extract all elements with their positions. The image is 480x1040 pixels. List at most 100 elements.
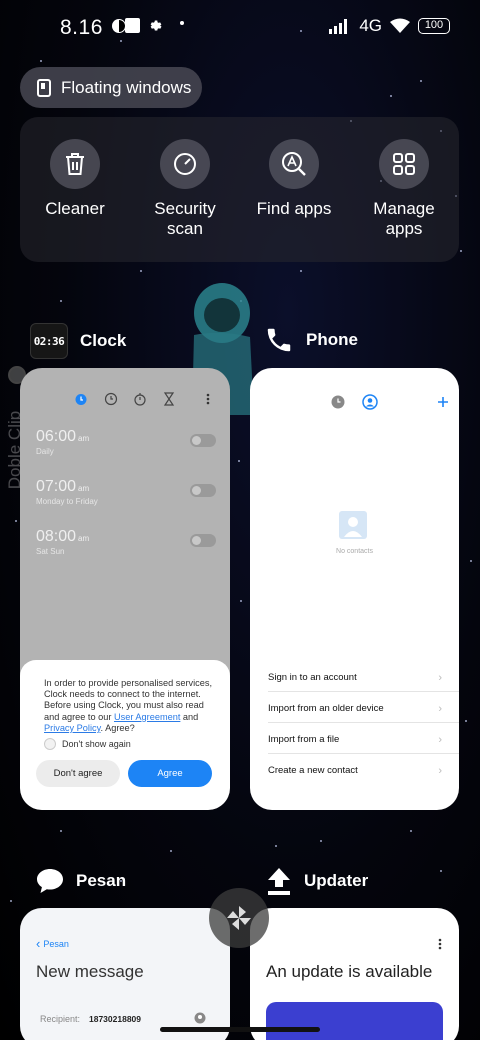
alarm-time: 08:00 (36, 528, 77, 545)
dont-show-again-label: Don't show again (62, 739, 131, 749)
alarm-repeat: Daily (36, 447, 54, 456)
divider (268, 753, 459, 754)
menu-import-older-device[interactable]: Import from an older device › (268, 703, 448, 715)
alarm-repeat: Monday to Friday (36, 497, 98, 506)
tool-label: Cleaner (45, 199, 105, 218)
divider (268, 691, 459, 692)
clock-app-header[interactable]: 02:36 Clock (30, 323, 126, 359)
battery-indicator: 100 (418, 18, 450, 34)
alarm-item[interactable]: 07:00 am Monday to Friday (36, 478, 216, 506)
home-indicator[interactable] (160, 1027, 320, 1032)
tool-label: Security scan (154, 199, 216, 238)
status-bar: 8.16 4G 100 (0, 0, 480, 56)
tool-find-apps[interactable]: Find apps (239, 139, 349, 219)
stopwatch-tab-icon[interactable] (133, 392, 147, 406)
dont-agree-button[interactable]: Don't agree (36, 760, 120, 787)
alarm-toggle[interactable] (190, 534, 216, 547)
phone-app-header[interactable]: Phone (264, 325, 358, 355)
alarm-item[interactable]: 06:00 am Daily (36, 428, 216, 456)
more-options-icon[interactable] (206, 393, 210, 405)
chevron-right-icon: › (438, 703, 442, 715)
privacy-policy-link[interactable]: Privacy Policy (44, 723, 101, 733)
consent-message: In order to provide personalised service… (44, 678, 214, 734)
phone-app-card[interactable]: No contacts Sign in to an account › Impor… (250, 368, 459, 810)
pesan-app-name: Pesan (76, 871, 127, 890)
recents-tab-icon[interactable] (331, 395, 345, 409)
tool-label: Manage apps (373, 199, 435, 238)
clock-app-name: Clock (80, 331, 127, 350)
agree-button[interactable]: Agree (128, 760, 212, 787)
world-clock-tab-icon[interactable] (104, 392, 118, 406)
alarm-toggle[interactable] (190, 484, 216, 497)
divider (268, 722, 459, 723)
updater-app-name: Updater (304, 871, 369, 890)
quick-tools-panel: Cleaner Security scan Find apps Manage a… (20, 117, 459, 262)
no-contacts-icon (339, 511, 367, 539)
tool-cleaner[interactable]: Cleaner (20, 139, 130, 219)
alarm-tab-icon[interactable] (74, 392, 88, 406)
back-label: Pesan (43, 938, 69, 949)
chevron-left-icon: ‹ (36, 936, 41, 951)
menu-label: Import from a file (268, 734, 340, 745)
consent-text: and (180, 711, 199, 722)
recipient-input[interactable]: 18730218809 (89, 1014, 141, 1024)
consent-dialog: In order to provide personalised service… (20, 660, 230, 810)
menu-create-contact[interactable]: Create a new contact › (268, 765, 448, 777)
no-contacts-label: No contacts (336, 548, 373, 555)
menu-label: Create a new contact (268, 765, 358, 776)
recipient-label: Recipient: (40, 1014, 81, 1024)
alarm-ampm: am (78, 484, 90, 493)
tool-manage-apps[interactable]: Manage apps (349, 139, 459, 239)
pesan-app-header[interactable]: Pesan (36, 868, 126, 894)
updater-app-header[interactable]: Updater (266, 866, 368, 896)
status-time: 8.16 (60, 16, 103, 39)
signal-icon (329, 19, 348, 34)
tool-label: Find apps (256, 199, 332, 218)
update-available-title: An update is available (266, 962, 433, 981)
more-dots-icon (180, 21, 184, 25)
alarm-toggle[interactable] (190, 434, 216, 447)
dont-show-again-row[interactable]: Don't show again (44, 738, 131, 750)
network-type: 4G (359, 16, 382, 35)
quick-ball-button[interactable] (209, 888, 269, 948)
chevron-right-icon: › (438, 765, 442, 777)
updater-app-card[interactable]: An update is available (250, 908, 459, 1040)
pinwheel-icon (227, 906, 251, 930)
trash-icon (66, 153, 84, 175)
add-contact-icon[interactable] (437, 396, 449, 408)
clock-app-icon: 02:36 (30, 323, 68, 359)
alarm-ampm: am (78, 434, 90, 443)
dont-show-again-checkbox[interactable] (44, 738, 56, 750)
more-options-icon[interactable] (438, 938, 442, 950)
upload-arrow-icon (268, 868, 290, 895)
phone-handset-icon (267, 328, 291, 352)
timer-tab-icon[interactable] (163, 392, 175, 406)
menu-import-file[interactable]: Import from a file › (268, 734, 448, 746)
clock-app-card[interactable]: 06:00 am Daily 07:00 am Monday to Friday 0… (20, 368, 230, 810)
menu-sign-in[interactable]: Sign in to an account › (268, 672, 448, 684)
chevron-right-icon: › (438, 672, 442, 684)
grid-apps-icon (393, 153, 415, 175)
menu-label: Sign in to an account (268, 672, 357, 683)
floating-windows-button[interactable]: Floating windows (20, 67, 202, 108)
alarm-item[interactable]: 08:00 am Sat Sun (36, 528, 216, 556)
floating-windows-label: Floating windows (61, 77, 192, 97)
alarm-ampm: am (78, 534, 90, 543)
back-button[interactable]: ‹ Pesan (36, 936, 69, 951)
menu-label: Import from an older device (268, 703, 384, 714)
update-banner (266, 1002, 443, 1040)
alarm-time: 06:00 (36, 428, 77, 445)
phone-app-name: Phone (306, 330, 358, 349)
security-scan-icon (174, 153, 196, 175)
new-message-title: New message (36, 962, 144, 981)
tool-security-scan[interactable]: Security scan (130, 139, 240, 239)
user-agreement-link[interactable]: User Agreement (114, 712, 180, 722)
contacts-tab-icon[interactable] (362, 394, 378, 410)
find-apps-icon (282, 152, 306, 176)
pesan-app-card[interactable]: ‹ Pesan New message Recipient: 1873021880… (20, 908, 230, 1040)
alarm-time: 07:00 (36, 478, 77, 495)
contact-picker-icon[interactable] (194, 1012, 206, 1024)
message-bubble-icon (37, 869, 63, 893)
consent-text: . Agree? (100, 722, 135, 733)
alarm-repeat: Sat Sun (36, 547, 65, 556)
